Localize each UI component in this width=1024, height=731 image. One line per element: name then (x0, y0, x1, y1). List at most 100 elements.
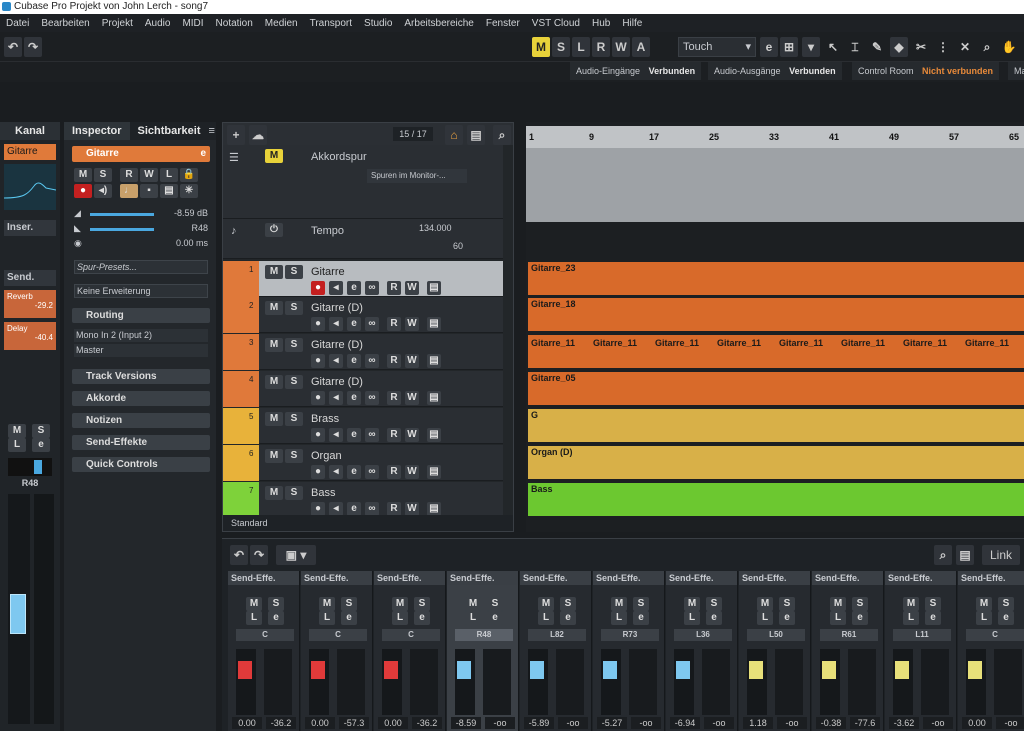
visibility-preset[interactable]: Standard (231, 518, 268, 528)
write-button[interactable]: W (140, 168, 158, 182)
send-effects-slot[interactable]: Send-Effe. (812, 571, 883, 585)
record-enable-icon[interactable]: ● (311, 502, 325, 516)
record-enable-icon[interactable]: ● (311, 428, 325, 442)
fader-track[interactable] (455, 649, 475, 715)
record-enable-icon[interactable]: ● (74, 184, 92, 198)
tempo-value[interactable]: 134.000 (419, 223, 452, 233)
read-button[interactable]: R (120, 168, 138, 182)
monitor-icon[interactable]: ◂ (329, 281, 343, 295)
write-button[interactable]: W (405, 317, 419, 331)
listen-button[interactable]: L (538, 611, 554, 625)
solo-button[interactable]: S (779, 597, 795, 611)
tab-kanal[interactable]: Kanal (0, 122, 60, 140)
read-button[interactable]: R (387, 428, 401, 442)
read-button[interactable]: R (387, 317, 401, 331)
lanes-icon[interactable]: ∞ (365, 317, 379, 331)
send-effects-slot[interactable]: Send-Effe. (228, 571, 299, 585)
fader-handle[interactable] (238, 661, 252, 679)
add-track-icon[interactable]: + (227, 125, 245, 145)
mute-button[interactable]: M (684, 597, 700, 611)
fader-handle[interactable] (530, 661, 544, 679)
listen-button[interactable]: L (976, 611, 992, 625)
pointer-icon[interactable]: ↖ (824, 37, 842, 57)
pan-control[interactable]: L50 (747, 629, 805, 641)
record-enable-icon[interactable]: ● (311, 465, 325, 479)
select-arrow-icon[interactable]: ▾ (802, 37, 820, 57)
track-row[interactable]: 6 M S Organ ● ◂ e ∞ R W ▤ (223, 445, 503, 481)
send-effects-slot[interactable]: Send-Effe. (958, 571, 1024, 585)
mixer-channel[interactable]: Send-Effe. M S Le C 0.00 -57.3 (301, 571, 373, 731)
send-effects-slot[interactable]: Send-Effe. (447, 571, 518, 585)
mute-button[interactable]: M (465, 597, 481, 611)
lanes-icon[interactable]: ∞ (365, 502, 379, 516)
fader-handle[interactable] (676, 661, 690, 679)
mute-button[interactable]: M (976, 597, 992, 611)
listen-button[interactable]: L (246, 611, 262, 625)
write-button[interactable]: W (405, 428, 419, 442)
write-button[interactable]: W (405, 465, 419, 479)
lanes-icon[interactable]: ∞ (365, 428, 379, 442)
send-effects-slot[interactable]: Send-Effe. (374, 571, 445, 585)
menu-item[interactable]: MIDI (176, 18, 209, 29)
mute-button[interactable]: M (392, 597, 408, 611)
fader-handle[interactable] (311, 661, 325, 679)
edit-icon[interactable]: e (779, 611, 795, 625)
mute-button[interactable]: M (246, 597, 262, 611)
send-slot-reverb[interactable]: Reverb -29.2 (4, 290, 56, 318)
write-button[interactable]: W (405, 391, 419, 405)
mute-button[interactable]: M (538, 597, 554, 611)
listen-button[interactable]: L (611, 611, 627, 625)
inspector-section[interactable]: Akkorde (72, 391, 210, 406)
scissors-icon[interactable]: ✂ (912, 37, 930, 57)
fader-handle[interactable] (10, 594, 26, 634)
menu-item[interactable]: Medien (259, 18, 304, 29)
clip[interactable]: Organ (D) (528, 446, 1024, 479)
read-button[interactable]: R (387, 354, 401, 368)
edit-channel-icon[interactable]: e (32, 438, 50, 452)
settings-icon[interactable]: ▤ (427, 465, 441, 479)
track-row[interactable]: 4 M S Gitarre (D) ● ◂ e ∞ R W ▤ (223, 371, 503, 407)
settings-icon[interactable]: ▤ (427, 391, 441, 405)
edit-icon[interactable]: e (760, 37, 778, 57)
fader-track[interactable] (8, 494, 30, 724)
solo-button[interactable]: S (285, 265, 303, 279)
mixer-channel[interactable]: Send-Effe. M S Le R48 -8.59 -oo (447, 571, 519, 731)
edit-icon[interactable]: e (268, 611, 284, 625)
listen-button[interactable]: L (160, 168, 178, 182)
timebase-icon[interactable]: ♩ (120, 184, 138, 198)
menu-item[interactable]: Arbeitsbereiche (398, 18, 479, 29)
clip[interactable]: Bass (528, 483, 1024, 516)
clip[interactable]: Gitarre_11 Gitarre_11 Gitarre_11 Gitarre_11… (528, 335, 1024, 368)
pan-control[interactable]: L36 (674, 629, 732, 641)
mute-button[interactable]: M (903, 597, 919, 611)
fader-handle[interactable] (749, 661, 763, 679)
list-icon[interactable]: ▤ (956, 545, 974, 565)
fader-handle[interactable] (603, 661, 617, 679)
track-row[interactable]: 3 M S Gitarre (D) ● ◂ e ∞ R W ▤ (223, 334, 503, 370)
mute-button[interactable]: M (265, 338, 283, 352)
fader-track[interactable] (528, 649, 548, 715)
menu-item[interactable]: Notation (210, 18, 259, 29)
listen-button[interactable]: L (8, 438, 26, 452)
listen-button[interactable]: L (465, 611, 481, 625)
menu-item[interactable]: Studio (358, 18, 398, 29)
solo-button[interactable]: S (414, 597, 430, 611)
edit-icon[interactable]: e (706, 611, 722, 625)
range-icon[interactable]: ⌶ (846, 37, 864, 57)
inspector-section[interactable]: Send-Effekte (72, 435, 210, 450)
mute-button[interactable]: M (265, 412, 283, 426)
menu-item[interactable]: Fenster (480, 18, 526, 29)
link-button[interactable]: Link (982, 545, 1020, 565)
mute-button[interactable]: M (265, 265, 283, 279)
tab-inspector[interactable]: Inspector (64, 122, 130, 140)
mute-button[interactable]: M (265, 375, 283, 389)
track-row[interactable]: 5 M S Brass ● ◂ e ∞ R W ▤ (223, 408, 503, 444)
mode-button[interactable]: W (612, 37, 630, 57)
solo-button[interactable]: S (487, 597, 503, 611)
monitor-icon[interactable]: ◂) (94, 184, 112, 198)
edit-icon[interactable]: e (852, 611, 868, 625)
inspector-section[interactable]: Quick Controls (72, 457, 210, 472)
fader-track[interactable] (382, 649, 402, 715)
solo-button[interactable]: S (285, 375, 303, 389)
mode-button[interactable]: A (632, 37, 650, 57)
